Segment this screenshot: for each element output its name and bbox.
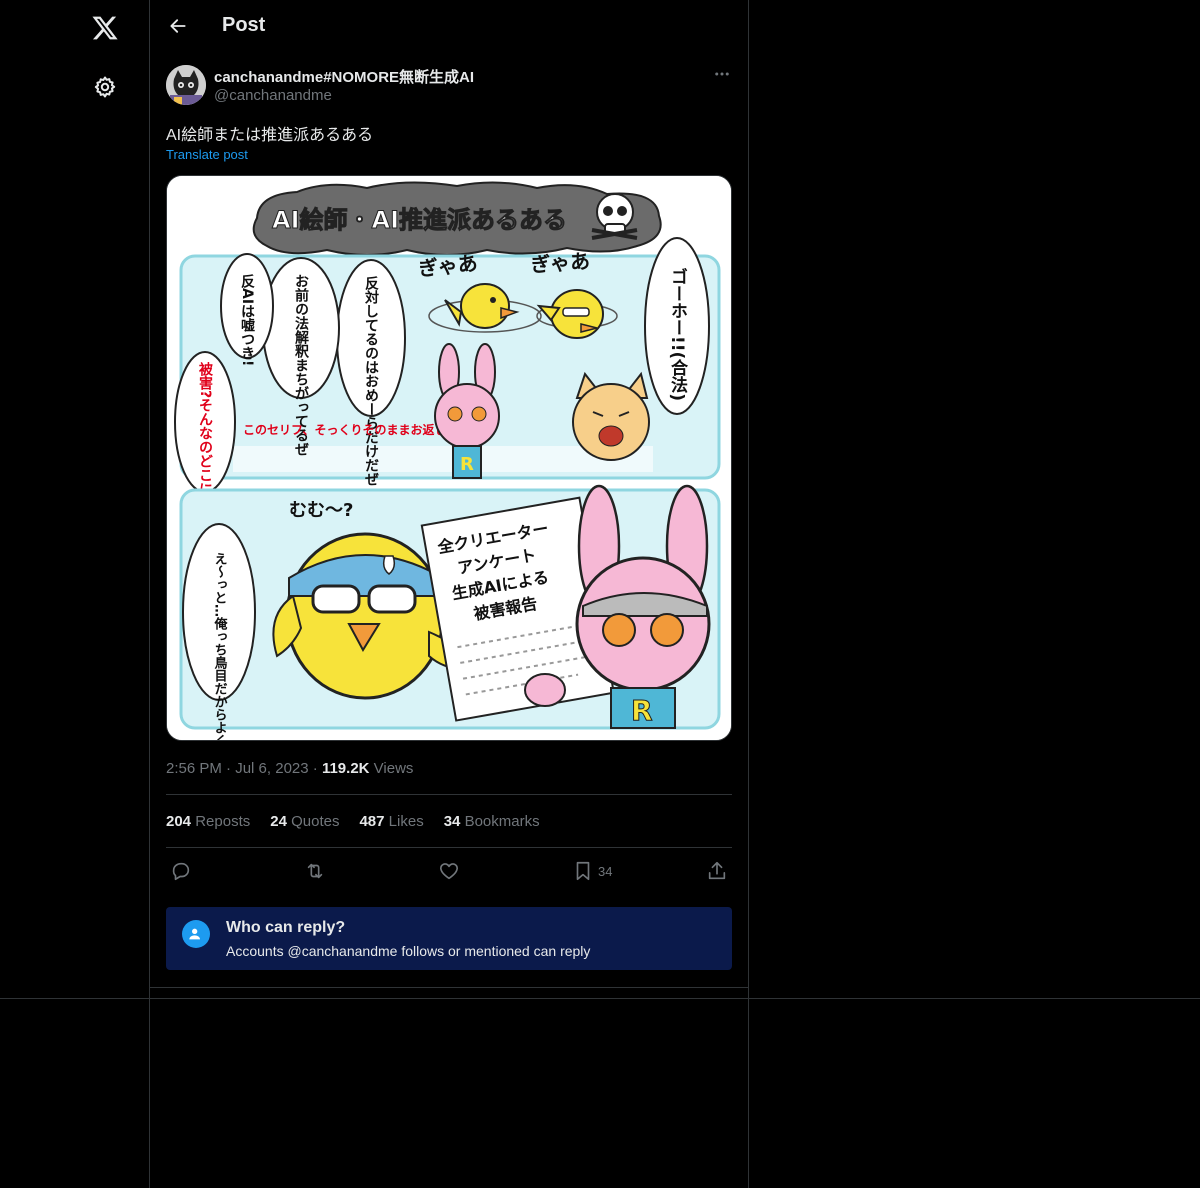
repost-button[interactable] xyxy=(304,856,326,886)
engagement-stats: 204 Reposts 24 Quotes 487 Likes 34 Bookm… xyxy=(166,813,540,830)
views-count: 119.2K xyxy=(321,760,370,777)
manga-title: AI絵師・AI推進派あるある xyxy=(272,206,567,234)
author-handle[interactable]: @canchanandme xyxy=(214,87,332,104)
reposts-stat[interactable]: 204 Reposts xyxy=(166,813,250,830)
bookmarks-stat[interactable]: 34 Bookmarks xyxy=(444,813,540,830)
avatar-image xyxy=(166,65,206,105)
post-media-image[interactable]: AI絵師・AI推進派あるある ゴーホー!!(合法) ぎゃあ ぎゃあ 反対してるの… xyxy=(166,175,732,741)
bookmark-count: 34 xyxy=(598,863,613,879)
comment-icon xyxy=(172,862,190,881)
heart-icon xyxy=(439,863,459,880)
arrow-left-icon xyxy=(170,19,186,33)
back-button[interactable] xyxy=(160,8,196,44)
avatar[interactable] xyxy=(166,65,206,105)
sfx-gyaa-right: ぎゃあ xyxy=(530,249,591,277)
svg-text:ゴーホー!!(合法): ゴーホー!!(合法) xyxy=(667,267,688,401)
reply-button[interactable] xyxy=(170,856,192,886)
gear-icon xyxy=(94,76,116,98)
svg-text:え〜っと…俺っち鳥目だからよく見えないや〜: え〜っと…俺っち鳥目だからよく見えないや〜 xyxy=(212,552,229,741)
bubble-goho: ゴーホー!!(合法) xyxy=(644,237,710,415)
post-time[interactable]: 2:56 PM xyxy=(166,760,222,777)
post-author: canchanandme#NOMORE無断生成AI @canchanandme xyxy=(166,64,732,108)
svg-text:反対してるのはおめーらだけだぜ: 反対してるのはおめーらだけだぜ xyxy=(363,275,380,486)
divider xyxy=(166,794,732,795)
divider xyxy=(166,847,732,848)
like-button[interactable] xyxy=(438,856,460,886)
quotes-stat[interactable]: 24 Quotes xyxy=(270,813,339,830)
cat xyxy=(572,371,650,461)
settings-button[interactable] xyxy=(84,66,126,108)
reply-restriction-banner: Who can reply? Accounts @canchanandme fo… xyxy=(166,907,732,970)
user-check-icon xyxy=(182,920,210,948)
post-timestamp: 2:56 PM · Jul 6, 2023 · 119.2K Views xyxy=(166,760,414,777)
sfx-mumu: むむ〜? xyxy=(289,500,353,521)
reply-restriction-subtitle: Accounts @canchanandme follows or mentio… xyxy=(226,943,591,959)
post-text: AI絵師または推進派あるある xyxy=(166,127,374,144)
post-column: Post canchanandme#NOMORE無断生成AI @canchana… xyxy=(150,0,748,988)
more-dots-icon xyxy=(715,72,729,76)
page-divider xyxy=(0,998,1200,999)
bookmark-icon xyxy=(576,861,590,881)
more-options-button[interactable] xyxy=(712,64,732,84)
left-nav xyxy=(0,0,150,1188)
translate-post-link[interactable]: Translate post xyxy=(166,147,248,162)
share-icon xyxy=(708,861,726,880)
repost-icon xyxy=(307,863,323,879)
svg-text:R: R xyxy=(631,694,653,727)
post-header: Post xyxy=(150,0,748,54)
reply-restriction-title: Who can reply? xyxy=(226,919,346,936)
share-button[interactable] xyxy=(706,856,728,886)
bookmark-button[interactable]: 34 xyxy=(572,856,612,886)
views-label: Views xyxy=(373,760,414,777)
author-display-name[interactable]: canchanandme#NOMORE無断生成AI xyxy=(214,66,474,87)
svg-text:反AIは嘘つき!: 反AIは嘘つき! xyxy=(239,273,255,366)
x-logo-icon xyxy=(92,16,118,40)
page-title: Post xyxy=(222,14,266,36)
post-date[interactable]: Jul 6, 2023 xyxy=(235,760,308,777)
x-logo-button[interactable] xyxy=(84,7,126,49)
svg-text:R: R xyxy=(460,454,474,475)
likes-stat[interactable]: 487 Likes xyxy=(359,813,423,830)
column-divider-right xyxy=(748,0,749,1188)
manga-illustration: AI絵師・AI推進派あるある ゴーホー!!(合法) ぎゃあ ぎゃあ 反対してるの… xyxy=(167,176,731,741)
action-bar: 34 xyxy=(166,856,732,886)
